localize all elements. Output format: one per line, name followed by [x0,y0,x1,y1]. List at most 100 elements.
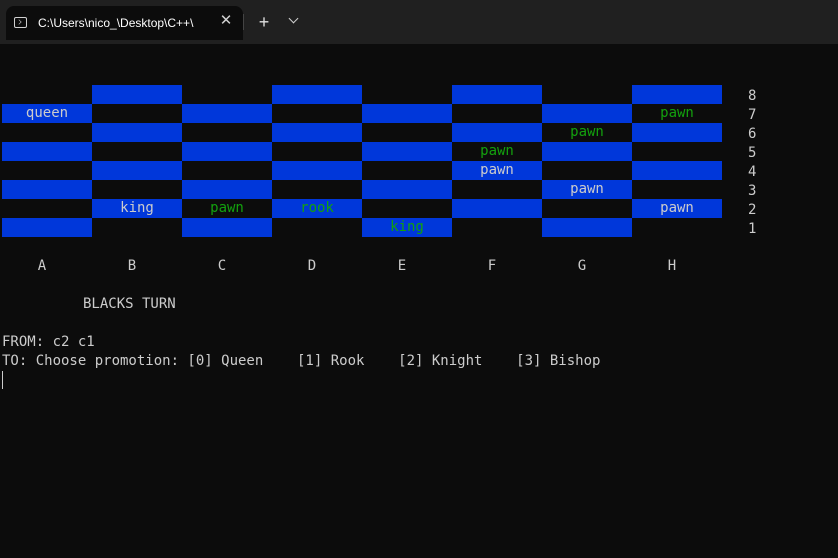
square-g6: pawn [570,124,604,140]
file-label: G [577,258,587,274]
title-bar: C:\Users\nico_\Desktop\C++\ ✕ + [0,0,838,44]
square-c1 [182,218,272,237]
rank-label: 8 [748,88,757,104]
square-f5: pawn [480,143,514,159]
chevron-down-icon[interactable] [283,11,305,33]
square-e3 [362,180,452,199]
close-tab-icon[interactable]: ✕ [217,12,235,30]
square-a5 [2,142,92,161]
square-d7 [272,104,362,123]
rank-label: 6 [748,126,757,142]
square-b6 [92,123,182,142]
square-d6 [272,123,362,142]
square-c8 [182,85,272,104]
board-row: king pawn rook pawn [0,199,722,218]
square-f2 [452,199,542,218]
square-b8 [92,85,182,104]
square-a3 [2,180,92,199]
square-b5 [92,142,182,161]
square-a7: queen [2,104,92,123]
board-row: queen pawn [0,104,722,123]
square-b1 [92,218,182,237]
rank-label: 7 [748,107,757,123]
rank-label: 2 [748,202,757,218]
terminal-icon [14,17,27,28]
text-cursor[interactable] [2,371,3,389]
square-c3 [182,180,272,199]
square-e8 [362,85,452,104]
square-f6 [452,123,542,142]
new-tab-button[interactable]: + [253,11,275,33]
rank-label: 3 [748,183,757,199]
square-c6 [182,123,272,142]
square-e5 [362,142,452,161]
file-label: B [127,258,137,274]
board-row: pawn [0,123,722,142]
square-c5 [182,142,272,161]
square-h4 [632,161,722,180]
board-row: king [0,218,722,237]
board-row: pawn [0,142,722,161]
square-h2: pawn [632,199,722,218]
square-c4 [182,161,272,180]
rank-label: 4 [748,164,757,180]
square-g4 [542,161,632,180]
square-g2 [542,199,632,218]
file-label: E [397,258,407,274]
square-c2: pawn [210,200,244,216]
rank-label: 5 [748,145,757,161]
square-g8 [542,85,632,104]
rank-label: 1 [748,221,757,237]
file-label: D [307,258,317,274]
square-h6 [632,123,722,142]
square-g7 [542,104,632,123]
square-g1 [542,218,632,237]
promotion-prompt: TO: Choose promotion: [0] Queen [1] Rook… [2,353,601,369]
board-row: pawn [0,180,722,199]
square-d1 [272,218,362,237]
file-labels: A B C D E F G H [0,257,722,276]
square-a6 [2,123,92,142]
board-row [0,85,722,104]
square-f8 [452,85,542,104]
square-f3 [452,180,542,199]
square-e6 [362,123,452,142]
square-d4 [272,161,362,180]
square-e4 [362,161,452,180]
square-b2: king [92,199,182,218]
square-g3: pawn [542,180,632,199]
square-b3 [92,180,182,199]
square-g5 [542,142,632,161]
file-label: C [217,258,227,274]
square-f1 [452,218,542,237]
square-d2: rook [272,199,362,218]
square-f7 [452,104,542,123]
square-e2 [362,199,452,218]
square-h8 [632,85,722,104]
terminal-tab[interactable]: C:\Users\nico_\Desktop\C++\ ✕ [6,6,243,40]
square-d8 [272,85,362,104]
file-label: F [487,258,497,274]
square-h1 [632,218,722,237]
square-h3 [632,180,722,199]
square-b7 [92,104,182,123]
tab-title: C:\Users\nico_\Desktop\C++\ [38,16,194,30]
square-a1 [2,218,92,237]
square-a4 [2,161,92,180]
turn-indicator: BLACKS TURN [83,296,176,312]
square-d5 [272,142,362,161]
file-label: H [667,258,677,274]
square-e7 [362,104,452,123]
square-f4: pawn [452,161,542,180]
square-e1: king [362,218,452,237]
square-d3 [272,180,362,199]
from-line: FROM: c2 c1 [2,334,95,350]
square-c7 [182,104,272,123]
square-h5 [632,142,722,161]
square-a8 [2,85,92,104]
board-row: pawn [0,161,722,180]
square-b4 [92,161,182,180]
square-a2 [2,199,92,218]
file-label: A [37,258,47,274]
tab-divider [243,14,244,30]
